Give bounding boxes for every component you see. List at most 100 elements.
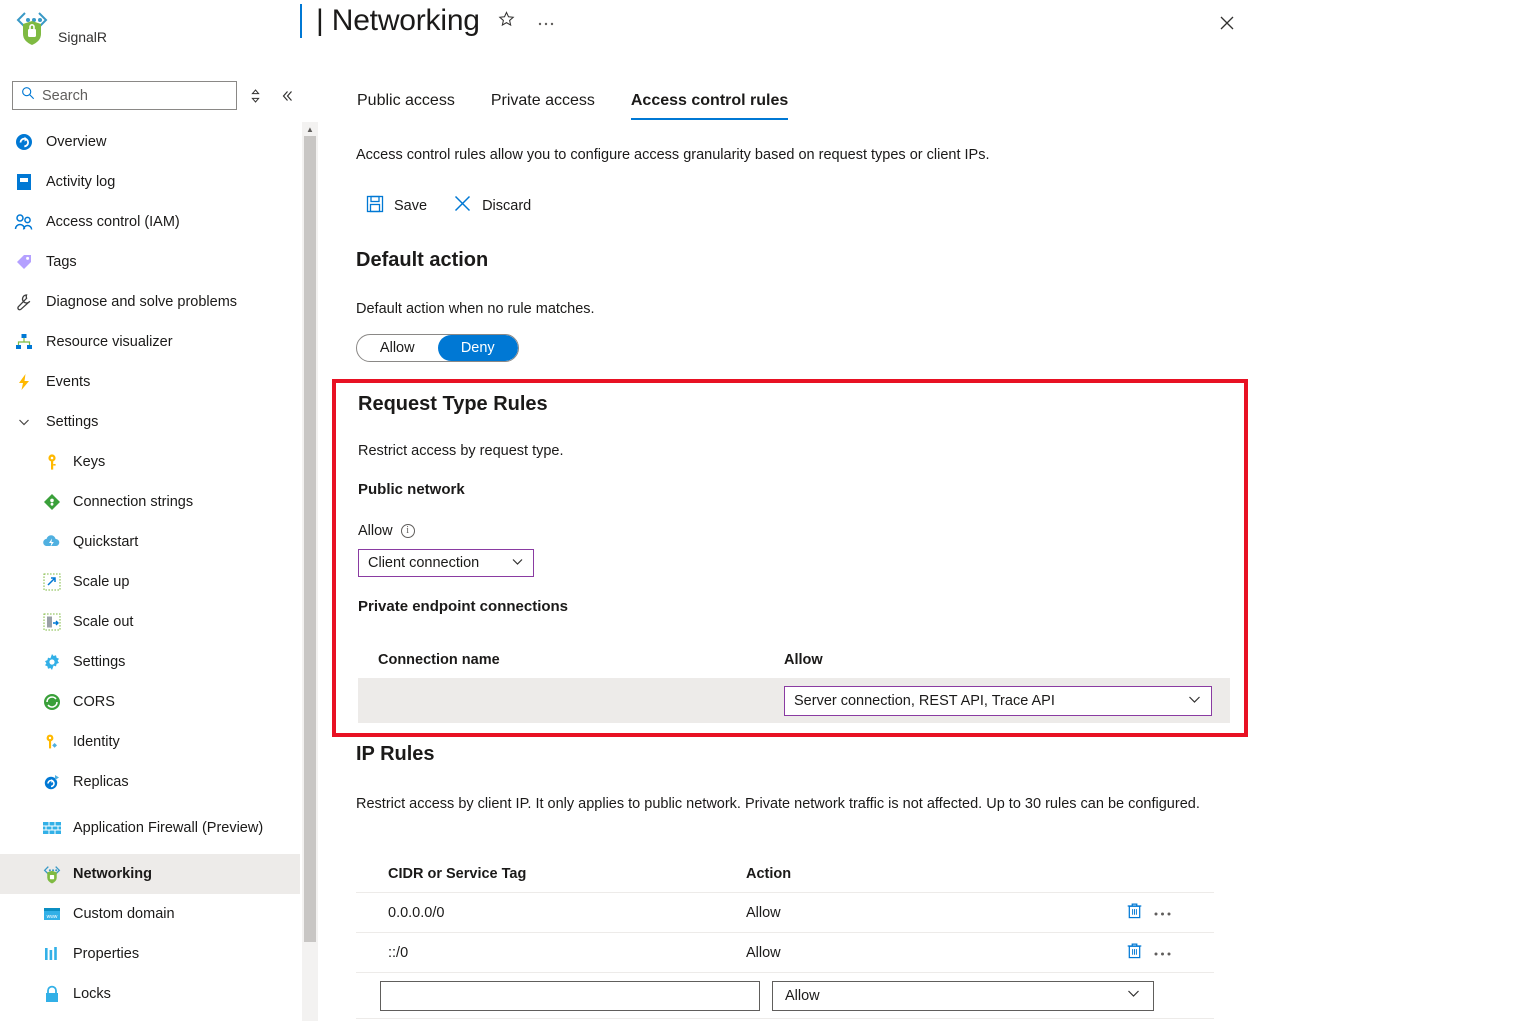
- chevron-down-icon: [14, 412, 34, 432]
- private-endpoint-connections-heading: Private endpoint connections: [358, 598, 568, 615]
- scrollbar-thumb[interactable]: [304, 136, 316, 942]
- sidebar-item-quickstart[interactable]: Quickstart: [0, 522, 300, 562]
- ellipsis-icon[interactable]: [1153, 905, 1172, 920]
- tab-private-access[interactable]: Private access: [473, 92, 613, 120]
- sidebar-item-identity[interactable]: Identity: [0, 722, 300, 762]
- tab-access-control-rules[interactable]: Access control rules: [613, 92, 806, 120]
- sidebar-item-locks[interactable]: Locks: [0, 974, 300, 1014]
- default-action-toggle[interactable]: Allow Deny: [356, 334, 519, 362]
- sidebar-collapse-button[interactable]: [275, 83, 300, 109]
- activity-log-icon: [14, 172, 34, 192]
- request-type-rules-description: Restrict access by request type.: [358, 443, 564, 459]
- sidebar-item-cors[interactable]: CORS: [0, 682, 300, 722]
- chevron-down-icon: [1126, 986, 1141, 1005]
- discard-label: Discard: [482, 198, 531, 214]
- sidebar-nav: Overview Activity log Access cont: [0, 122, 300, 1021]
- sidebar-item-diagnose[interactable]: Diagnose and solve problems: [0, 282, 300, 322]
- scroll-up-arrow[interactable]: ▲: [302, 122, 318, 136]
- close-icon[interactable]: [1214, 10, 1240, 36]
- sidebar-item-label: Quickstart: [73, 533, 138, 551]
- sidebar-item-connection-strings[interactable]: Connection strings: [0, 482, 300, 522]
- search-icon: [21, 86, 35, 105]
- ellipsis-icon[interactable]: [533, 11, 559, 32]
- sidebar-item-label: Access control (IAM): [46, 213, 180, 231]
- sidebar-scrollbar[interactable]: ▲: [302, 122, 318, 1021]
- title-accent-bar: [300, 4, 302, 38]
- sidebar-item-events[interactable]: Events: [0, 362, 300, 402]
- cell-allow: Server connection, REST API, Trace API: [784, 686, 1230, 716]
- sidebar-item-networking[interactable]: Networking: [0, 854, 300, 894]
- scale-up-icon: [42, 572, 62, 592]
- sidebar-group-settings[interactable]: Settings: [0, 402, 300, 442]
- sidebar-item-overview[interactable]: Overview: [0, 122, 300, 162]
- save-label: Save: [394, 198, 427, 214]
- properties-icon: [42, 944, 62, 964]
- toggle-option-deny[interactable]: Deny: [438, 335, 519, 361]
- private-endpoint-connections-table: Connection name Allow Server connection,…: [358, 641, 1230, 723]
- ip-rules-description: Restrict access by client IP. It only ap…: [356, 793, 1214, 816]
- table-row: 0.0.0.0/0 Allow: [356, 893, 1214, 933]
- toggle-option-allow[interactable]: Allow: [357, 335, 438, 361]
- dropdown-value: Allow: [785, 988, 820, 1004]
- table-header-row: Connection name Allow: [358, 641, 1230, 679]
- search-input[interactable]: Search: [12, 81, 237, 110]
- trash-icon[interactable]: [1126, 942, 1143, 963]
- discard-button[interactable]: Discard: [453, 194, 531, 217]
- private-endpoint-allow-dropdown[interactable]: Server connection, REST API, Trace API: [784, 686, 1212, 716]
- column-header-allow: Allow: [784, 652, 1230, 668]
- chevron-down-icon: [511, 555, 524, 571]
- signalr-icon: [14, 8, 50, 46]
- events-icon: [14, 372, 34, 392]
- sidebar-item-scale-out[interactable]: Scale out: [0, 602, 300, 642]
- action-dropdown[interactable]: Allow: [772, 981, 1154, 1011]
- brand: SignalR: [14, 8, 107, 46]
- tab-label: Public access: [357, 92, 455, 109]
- dropdown-value: Server connection, REST API, Trace API: [794, 693, 1055, 709]
- save-button[interactable]: Save: [366, 195, 427, 217]
- public-network-allow-dropdown[interactable]: Client connection: [358, 549, 534, 577]
- sidebar-item-label: Settings: [73, 653, 125, 671]
- tab-public-access[interactable]: Public access: [357, 92, 473, 120]
- sidebar-item-label: Networking: [73, 865, 152, 883]
- access-control-icon: [14, 212, 34, 232]
- default-action-heading: Default action: [356, 249, 488, 272]
- table-row: Server connection, REST API, Trace API: [358, 679, 1230, 723]
- cell-row-actions: [1126, 942, 1214, 963]
- sidebar-item-application-firewall[interactable]: Application Firewall (Preview): [0, 802, 300, 854]
- sidebar-resize-handle[interactable]: [243, 83, 268, 109]
- sidebar-item-label: Tags: [46, 253, 77, 271]
- sidebar-item-properties[interactable]: Properties: [0, 934, 300, 974]
- sidebar-item-access-control[interactable]: Access control (IAM): [0, 202, 300, 242]
- trash-icon[interactable]: [1126, 902, 1143, 923]
- star-icon[interactable]: [494, 9, 519, 33]
- column-header-action: Action: [746, 866, 1126, 882]
- resource-visualizer-icon: [14, 332, 34, 352]
- public-network-allow-label-row: Allow i: [358, 523, 415, 539]
- custom-domain-icon: www: [42, 904, 62, 924]
- sidebar-item-label: Diagnose and solve problems: [46, 293, 237, 311]
- sidebar-item-label: CORS: [73, 693, 115, 711]
- sidebar-item-label: Events: [46, 373, 90, 391]
- sidebar-item-keys[interactable]: Keys: [0, 442, 300, 482]
- cors-icon: [42, 692, 62, 712]
- sidebar-item-settings[interactable]: Settings: [0, 642, 300, 682]
- sidebar-item-label: Locks: [73, 985, 111, 1003]
- info-icon[interactable]: i: [401, 524, 415, 538]
- sidebar-item-custom-domain[interactable]: www Custom domain: [0, 894, 300, 934]
- locks-icon: [42, 984, 62, 1004]
- sidebar-item-resource-visualizer[interactable]: Resource visualizer: [0, 322, 300, 362]
- sidebar-item-replicas[interactable]: Replicas: [0, 762, 300, 802]
- quickstart-icon: [42, 532, 62, 552]
- request-type-rules-heading: Request Type Rules: [358, 393, 548, 416]
- ellipsis-icon[interactable]: [1153, 945, 1172, 960]
- sidebar-item-scale-up[interactable]: Scale up: [0, 562, 300, 602]
- sidebar-item-label: Activity log: [46, 173, 115, 191]
- sidebar-item-activity-log[interactable]: Activity log: [0, 162, 300, 202]
- ip-rules-heading: IP Rules: [356, 743, 435, 766]
- sidebar-item-label: Identity: [73, 733, 120, 751]
- sidebar-item-tags[interactable]: Tags: [0, 242, 300, 282]
- sidebar-item-label: Properties: [73, 945, 139, 963]
- cell-action: Allow: [746, 905, 1126, 921]
- sidebar-item-label: Application Firewall (Preview): [73, 819, 263, 837]
- cidr-input[interactable]: [380, 981, 760, 1011]
